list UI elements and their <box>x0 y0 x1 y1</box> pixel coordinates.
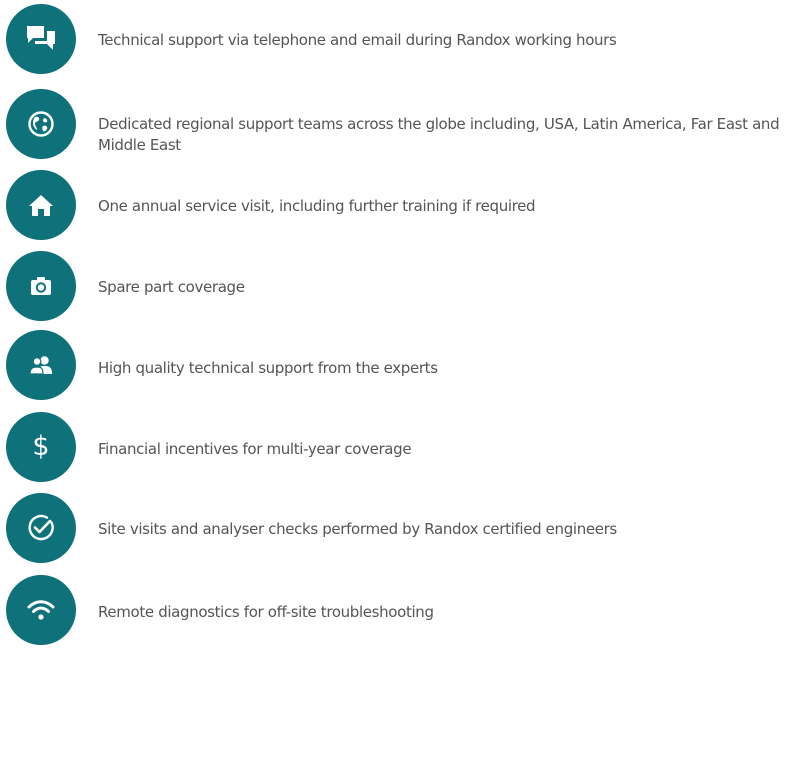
feature-item-expert-support: High quality technical support from the … <box>0 330 794 400</box>
feature-item-spare-parts: Spare part coverage <box>0 251 794 321</box>
feature-item-remote-diagnostics: Remote diagnostics for off-site troubles… <box>0 575 794 645</box>
dollar-glyph: $ <box>32 431 50 462</box>
feature-text: Spare part coverage <box>98 278 245 296</box>
feature-text: One annual service visit, including furt… <box>98 197 536 215</box>
home-icon <box>6 170 76 240</box>
globe-icon <box>6 89 76 159</box>
feature-text: Remote diagnostics for off-site troubles… <box>98 603 434 621</box>
chat-bubbles-icon <box>6 4 76 74</box>
feature-text: Site visits and analyser checks performe… <box>98 520 617 538</box>
wifi-icon <box>6 575 76 645</box>
feature-text: High quality technical support from the … <box>98 359 438 377</box>
camera-icon <box>6 251 76 321</box>
feature-text: Technical support via telephone and emai… <box>98 31 617 49</box>
feature-item-phone-email-support: Technical support via telephone and emai… <box>0 4 794 74</box>
feature-item-regional-teams: Dedicated regional support teams across … <box>0 89 794 159</box>
feature-text: Dedicated regional support teams across … <box>98 115 780 154</box>
feature-item-annual-visit: One annual service visit, including furt… <box>0 170 794 240</box>
feature-text: Financial incentives for multi-year cove… <box>98 440 412 458</box>
feature-item-site-visits: Site visits and analyser checks performe… <box>0 493 794 563</box>
dollar-icon: $ <box>6 412 76 482</box>
check-circle-icon <box>6 493 76 563</box>
feature-item-financial-incentives: $ Financial incentives for multi-year co… <box>0 412 794 482</box>
people-icon <box>6 330 76 400</box>
